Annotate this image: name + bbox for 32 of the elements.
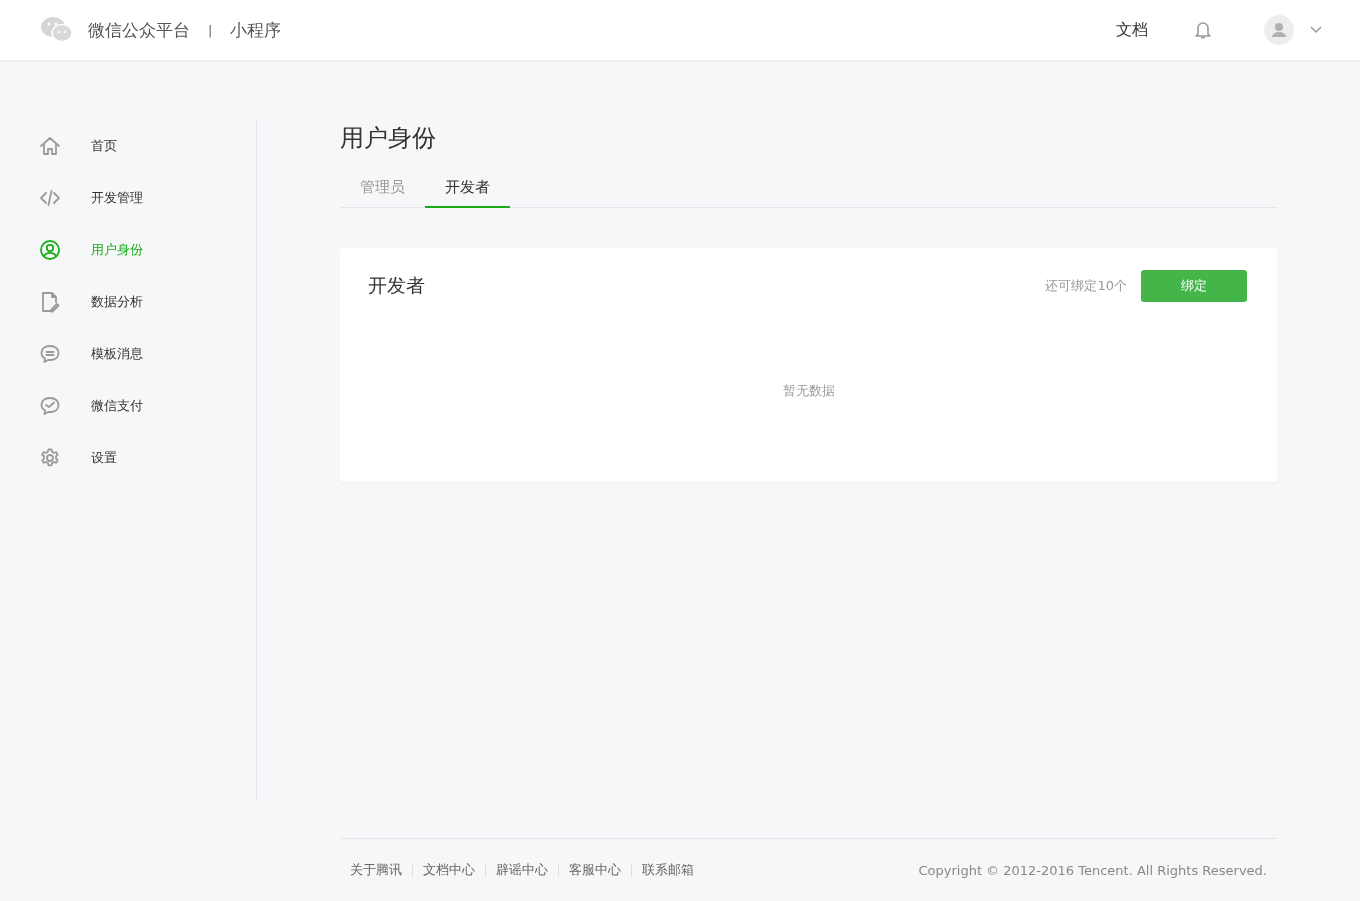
card-title: 开发者 <box>368 273 425 298</box>
docs-link[interactable]: 文档 <box>1116 19 1148 41</box>
chat-bubbles-logo-icon <box>40 16 74 44</box>
user-circle-icon <box>39 239 61 261</box>
settings-icon <box>39 447 61 469</box>
page-title: 用户身份 <box>340 123 437 154</box>
chat-bubble-icon <box>39 343 61 365</box>
empty-message: 暂无数据 <box>781 382 836 400</box>
product-name: 小程序 <box>230 18 282 42</box>
code-icon <box>39 187 61 209</box>
home-icon <box>39 135 61 157</box>
footer-link[interactable]: 关于腾讯 <box>350 861 402 879</box>
footer-link[interactable]: 联系邮箱 <box>642 861 694 879</box>
avatar-silhouette-icon[interactable] <box>1264 15 1294 45</box>
sidebar-item[interactable]: 设置 <box>0 432 256 484</box>
footer-link[interactable]: 文档中心 <box>423 861 475 879</box>
platform-name: 微信公众平台 <box>88 18 190 42</box>
document-edit-icon <box>39 291 61 313</box>
sidebar-item[interactable]: 开发管理 <box>0 172 256 224</box>
sidebar-item[interactable]: 微信支付 <box>0 380 256 432</box>
footer-link[interactable]: 辟谣中心 <box>496 861 548 879</box>
remaining-count: 还可绑定10个 <box>1045 277 1127 295</box>
sidebar-item[interactable]: 数据分析 <box>0 276 256 328</box>
check-bubble-icon <box>39 395 61 417</box>
copyright-text: Copyright © 2012-2016 Tencent. All Rights Reserved. <box>918 862 1267 878</box>
chevron-down-icon[interactable] <box>1310 26 1322 34</box>
sidebar-item[interactable]: 首页 <box>0 120 256 172</box>
notification-bell-icon[interactable] <box>1194 20 1212 40</box>
tab[interactable]: 开发者 <box>425 170 510 208</box>
title-separator: | <box>208 22 213 38</box>
footer-link[interactable]: 客服中心 <box>569 861 621 879</box>
sidebar-item[interactable]: 模板消息 <box>0 328 256 380</box>
